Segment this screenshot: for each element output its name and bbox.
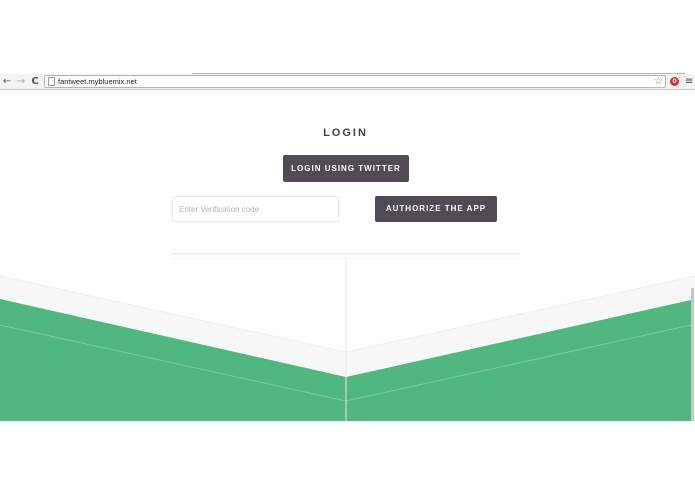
divider: [172, 258, 520, 259]
extension-icon[interactable]: 0: [670, 77, 679, 86]
background-chevron: [0, 260, 695, 421]
divider: [172, 253, 520, 254]
login-twitter-button[interactable]: LOGIN USING TWITTER: [283, 155, 409, 182]
scrollbar[interactable]: [691, 288, 694, 421]
forward-arrow-icon[interactable]: →: [15, 75, 27, 88]
browser-toolbar: ← → C fantweet.mybluemix.net ☆ 0 ≡: [0, 74, 695, 90]
authorize-app-button[interactable]: AUTHORIZE THE APP: [375, 196, 497, 222]
back-arrow-icon[interactable]: ←: [1, 75, 13, 88]
page-content: LOGIN LOGIN USING TWITTER AUTHORIZE THE …: [0, 90, 695, 421]
verification-code-input[interactable]: [172, 196, 339, 222]
menu-icon[interactable]: ≡: [685, 75, 693, 88]
address-bar[interactable]: fantweet.mybluemix.net ☆: [44, 75, 666, 88]
bookmark-star-icon[interactable]: ☆: [654, 75, 663, 88]
url-text[interactable]: fantweet.mybluemix.net: [58, 76, 137, 87]
page-icon: [48, 77, 55, 86]
page-title: LOGIN: [323, 127, 368, 139]
reload-icon[interactable]: C: [29, 75, 41, 88]
